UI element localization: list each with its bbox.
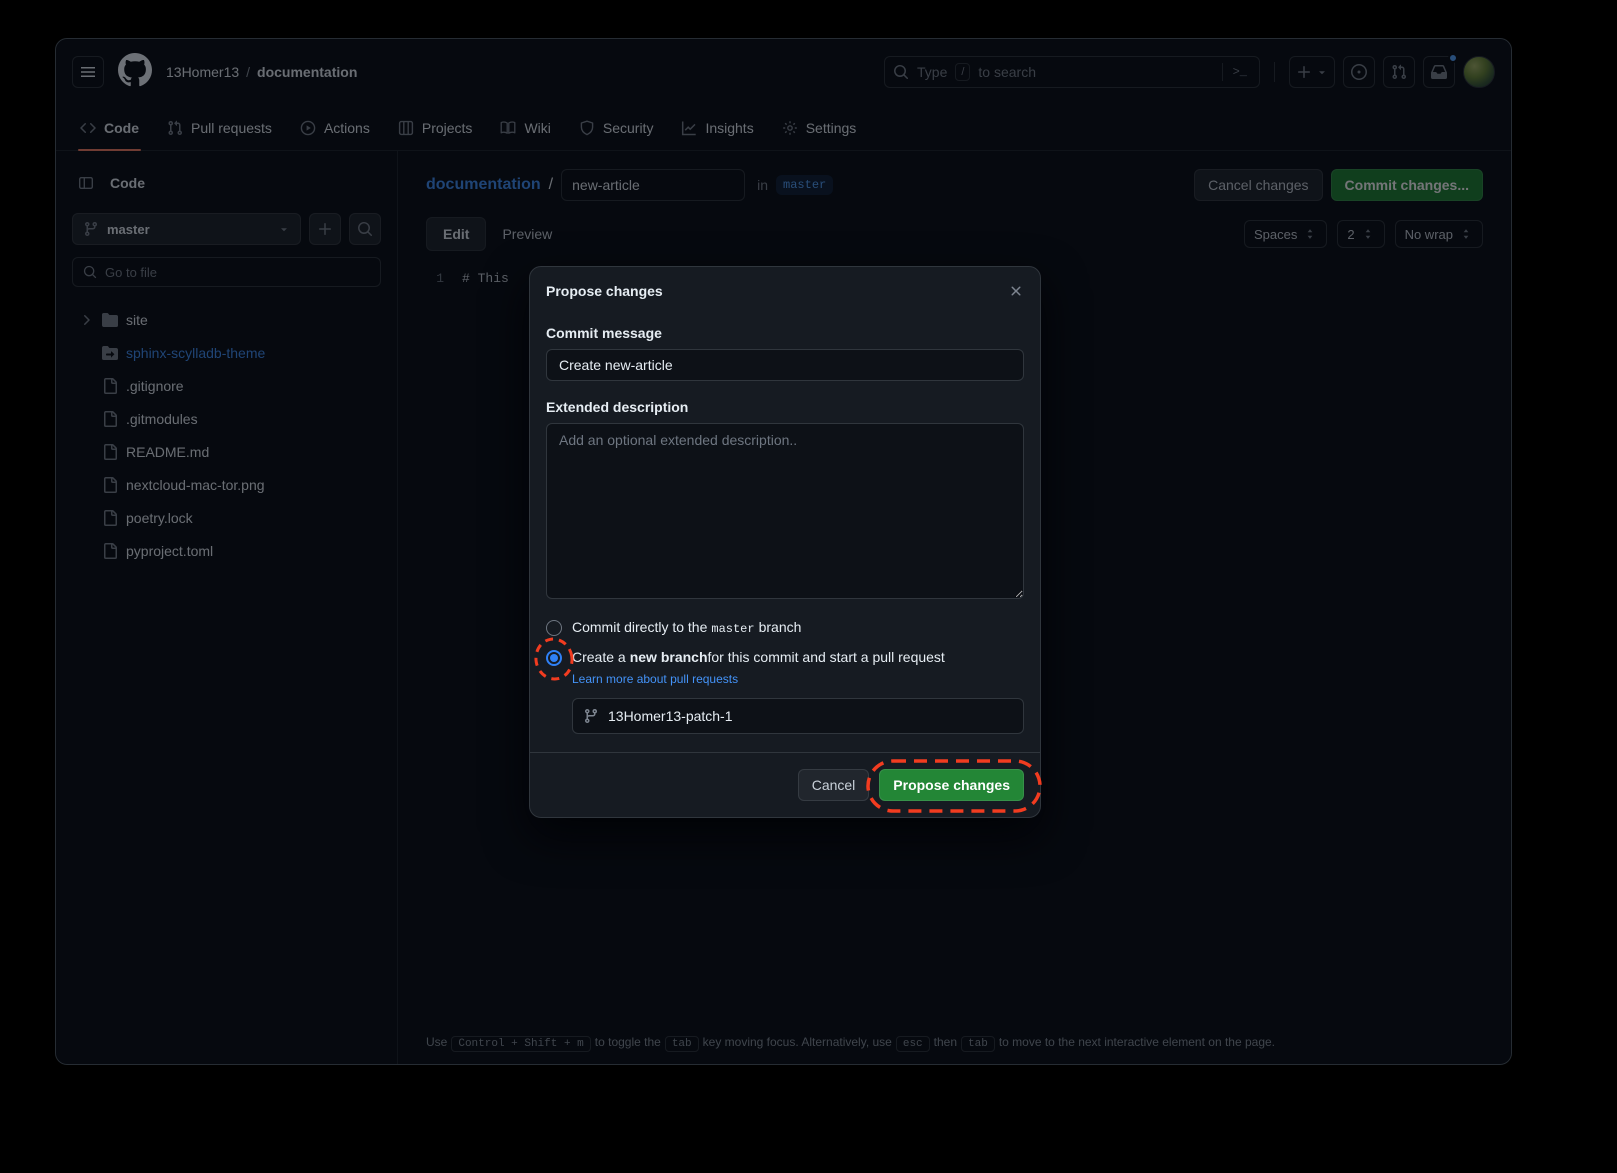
new-branch-name-field[interactable] — [572, 698, 1024, 734]
new-branch-name-input[interactable] — [608, 708, 1013, 724]
close-icon[interactable] — [1008, 283, 1024, 299]
git-branch-icon — [583, 708, 599, 724]
propose-changes-button[interactable]: Propose changes — [879, 769, 1024, 801]
commit-message-input[interactable] — [546, 349, 1024, 381]
learn-more-link[interactable]: Learn more about pull requests — [572, 672, 738, 686]
radio-unchecked[interactable] — [546, 620, 562, 636]
propose-changes-dialog: Propose changes Commit message Extended … — [529, 266, 1041, 818]
extended-description-textarea[interactable] — [546, 423, 1024, 599]
cancel-button[interactable]: Cancel — [798, 769, 870, 801]
radio-checked[interactable] — [546, 650, 562, 666]
branch-code: master — [711, 622, 754, 636]
dialog-title: Propose changes — [546, 283, 663, 299]
github-window: 13Homer13 / documentation Type / to sear… — [55, 38, 1512, 1065]
extended-description-label: Extended description — [546, 399, 1024, 415]
radio-create-branch[interactable]: Create anew branchfor this commit and st… — [546, 649, 1024, 666]
commit-message-label: Commit message — [546, 325, 1024, 341]
radio-commit-direct[interactable]: Commit directly to themasterbranch — [546, 619, 1024, 636]
